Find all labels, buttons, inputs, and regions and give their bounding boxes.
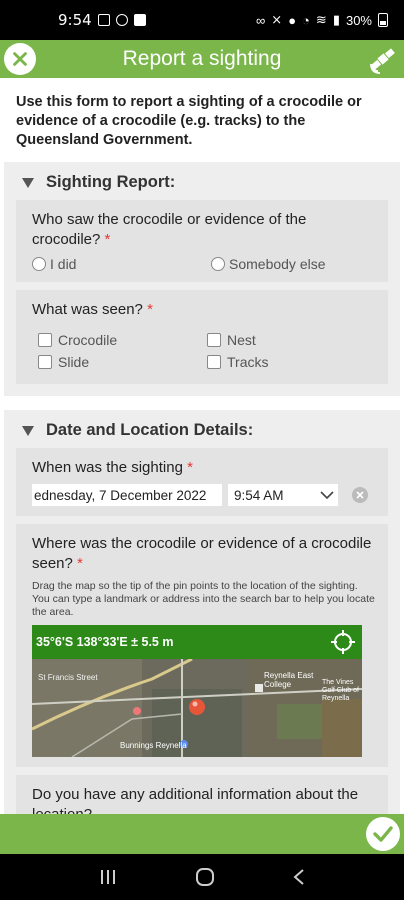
satellite-map-area[interactable]: St Francis Street Reynella East College … bbox=[32, 657, 362, 757]
clear-icon bbox=[356, 491, 364, 499]
checkbox-crocodile[interactable]: Crocodile bbox=[38, 332, 207, 348]
checkbox-box[interactable] bbox=[207, 333, 221, 347]
checkbox-box[interactable] bbox=[38, 333, 52, 347]
section-header-date-location[interactable]: Date and Location Details: bbox=[16, 416, 388, 448]
map-label-street: St Francis Street bbox=[38, 673, 98, 682]
location-icon: ● bbox=[288, 12, 297, 28]
page-title: Report a sighting bbox=[122, 47, 282, 70]
section-title: Sighting Report: bbox=[46, 173, 176, 191]
signal-icon: ▮ bbox=[332, 12, 340, 27]
what-question-text: What was seen? bbox=[32, 301, 143, 318]
section-sighting-report: Sighting Report: Who saw the crocodile o… bbox=[4, 162, 400, 396]
where-helper-text: Drag the map so the tip of the pin point… bbox=[32, 580, 375, 618]
additional-question: Do you have any additional information a… bbox=[32, 786, 359, 814]
time-select[interactable]: 9:54 AM bbox=[228, 484, 338, 506]
close-icon bbox=[13, 52, 27, 66]
radio-somebody-else[interactable]: Somebody else bbox=[197, 256, 376, 272]
checkbox-tracks[interactable]: Tracks bbox=[207, 354, 376, 370]
submit-button[interactable] bbox=[366, 817, 400, 851]
radio-label: Somebody else bbox=[229, 256, 326, 272]
when-question: When was the sighting * bbox=[32, 458, 376, 478]
status-bar: 9:54 ∞ ⨯ ● ◔ ≋ ▮ 30% bbox=[0, 0, 404, 40]
where-question: Where was the crocodile or evidence of a… bbox=[32, 534, 376, 574]
location-map[interactable]: 35°6'S 138°33'E ± 5.5 m St Francis Stree… bbox=[32, 625, 362, 757]
what-seen-card: What was seen? * Crocodile Nest Slide Tr… bbox=[16, 290, 388, 384]
when-question-text: When was the sighting bbox=[32, 459, 183, 476]
checkbox-label: Tracks bbox=[227, 354, 269, 370]
time-value: 9:54 AM bbox=[234, 487, 284, 503]
section-header-sighting[interactable]: Sighting Report: bbox=[16, 168, 388, 200]
checkbox-label: Nest bbox=[227, 332, 256, 348]
home-icon[interactable] bbox=[194, 866, 216, 888]
coordinates-text: 35°6'S 138°33'E ± 5.5 m bbox=[36, 635, 174, 649]
battery-icon bbox=[378, 13, 388, 27]
who-saw-card: Who saw the crocodile or evidence of the… bbox=[16, 200, 388, 282]
when-card: When was the sighting * ednesday, 7 Dece… bbox=[16, 448, 388, 516]
map-label-reserve: The Vines Golf Club of Reynella bbox=[322, 679, 359, 702]
clear-datetime-button[interactable] bbox=[352, 487, 368, 503]
recents-icon[interactable] bbox=[98, 868, 118, 886]
footer-bar bbox=[0, 814, 404, 854]
checkbox-nest[interactable]: Nest bbox=[207, 332, 376, 348]
checkbox-box[interactable] bbox=[207, 355, 221, 369]
app-header: Report a sighting bbox=[0, 40, 404, 78]
close-button[interactable] bbox=[4, 43, 36, 75]
checkbox-label: Slide bbox=[58, 354, 90, 370]
map-coordinates-bar: 35°6'S 138°33'E ± 5.5 m bbox=[32, 625, 362, 659]
intro-text: Use this form to report a sighting of a … bbox=[16, 94, 362, 148]
checkbox-slide[interactable]: Slide bbox=[38, 354, 207, 370]
wifi-icon: ≋ bbox=[315, 12, 327, 27]
crosshair-icon[interactable] bbox=[330, 629, 356, 655]
who-question-text: Who saw the crocodile or evidence of the… bbox=[32, 211, 307, 248]
who-question: Who saw the crocodile or evidence of the… bbox=[32, 210, 376, 250]
notification-icon bbox=[133, 14, 146, 26]
additional-info-card: Do you have any additional information a… bbox=[16, 775, 388, 814]
satellite-icon[interactable] bbox=[368, 44, 398, 74]
settings-icon bbox=[115, 14, 128, 26]
alarm-icon: ◔ bbox=[302, 12, 310, 28]
back-icon[interactable] bbox=[292, 868, 306, 886]
section-date-location: Date and Location Details: When was the … bbox=[4, 410, 400, 814]
collapse-triangle-icon bbox=[22, 177, 34, 188]
section-title: Date and Location Details: bbox=[46, 421, 254, 439]
radio-label: I did bbox=[50, 256, 77, 272]
checkmark-icon bbox=[373, 826, 393, 842]
required-marker: * bbox=[77, 555, 83, 572]
collapse-triangle-icon bbox=[22, 425, 34, 436]
chevron-down-icon bbox=[320, 491, 334, 500]
radio-i-did[interactable]: I did bbox=[32, 256, 197, 272]
required-marker: * bbox=[187, 459, 193, 476]
radio-circle[interactable] bbox=[32, 257, 46, 271]
form-content[interactable]: Use this form to report a sighting of a … bbox=[0, 78, 404, 814]
mute-icon: ⨯ bbox=[271, 12, 283, 27]
checkbox-box[interactable] bbox=[38, 355, 52, 369]
where-card: Where was the crocodile or evidence of a… bbox=[16, 524, 388, 767]
what-question: What was seen? * bbox=[32, 300, 376, 320]
gallery-icon bbox=[97, 14, 110, 26]
map-label-shop: Bunnings Reynella bbox=[120, 741, 187, 750]
system-navbar bbox=[0, 854, 404, 900]
link-icon: ∞ bbox=[256, 12, 266, 28]
required-marker: * bbox=[147, 301, 153, 318]
date-input[interactable]: ednesday, 7 December 2022 bbox=[32, 484, 222, 506]
radio-circle[interactable] bbox=[211, 257, 225, 271]
checkbox-label: Crocodile bbox=[58, 332, 118, 348]
status-time: 9:54 bbox=[58, 11, 92, 29]
battery-text: 30% bbox=[345, 12, 372, 28]
required-marker: * bbox=[104, 231, 111, 248]
